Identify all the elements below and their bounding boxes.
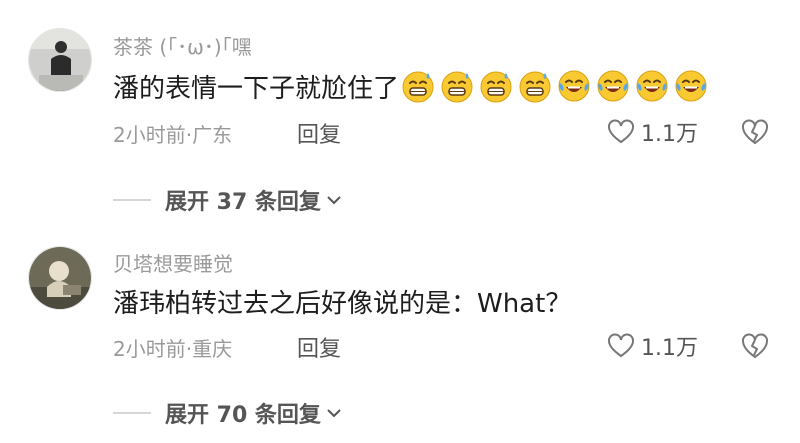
username[interactable]: 茶茶 (｢･ω･)｢嘿	[113, 31, 252, 60]
expand-replies-label[interactable]: 展开 70 条回复	[165, 397, 321, 429]
laugh-sweat-emoji-icon	[440, 69, 474, 103]
laugh-sweat-emoji-icon	[518, 69, 552, 103]
heart-icon	[608, 333, 634, 358]
laugh-sweat-emoji-icon	[479, 69, 513, 103]
comment-text: 潘玮柏转过去之后好像说的是：What？	[113, 283, 571, 319]
expand-replies-label[interactable]: 展开 37 条回复	[165, 184, 321, 216]
broken-heart-icon[interactable]	[740, 331, 770, 361]
heart-icon	[608, 119, 634, 144]
comment-text: 潘的表情一下子就尬住了	[113, 66, 713, 106]
laugh-cry-emoji-icon	[596, 69, 630, 103]
expand-replies[interactable]: 展开 37 条回复	[113, 184, 343, 216]
reply-button[interactable]: 回复	[297, 117, 341, 149]
emoji-row	[401, 69, 713, 103]
divider-line	[113, 412, 151, 414]
chevron-down-icon	[327, 196, 341, 205]
laugh-cry-emoji-icon	[635, 69, 669, 103]
avatar[interactable]	[28, 28, 92, 92]
divider-line	[113, 199, 151, 201]
username[interactable]: 贝塔想要睡觉	[113, 248, 233, 277]
reply-button[interactable]: 回复	[297, 331, 341, 363]
comment-meta: 2小时前·重庆	[113, 337, 233, 361]
like-button[interactable]: 1.1万	[607, 116, 698, 148]
like-button[interactable]: 1.1万	[607, 330, 698, 362]
broken-heart-icon[interactable]	[740, 117, 770, 147]
like-count: 1.1万	[641, 336, 698, 361]
laugh-sweat-emoji-icon	[401, 69, 435, 103]
comment-meta: 2小时前·广东	[113, 123, 233, 147]
expand-replies[interactable]: 展开 70 条回复	[113, 397, 343, 429]
chevron-down-icon	[327, 409, 341, 418]
comment-body: 潘的表情一下子就尬住了	[113, 73, 400, 104]
laugh-cry-emoji-icon	[674, 69, 708, 103]
laugh-cry-emoji-icon	[557, 69, 591, 103]
comment-body: 潘玮柏转过去之后好像说的是：What？	[113, 288, 572, 319]
like-count: 1.1万	[641, 122, 698, 147]
avatar[interactable]	[28, 246, 92, 310]
